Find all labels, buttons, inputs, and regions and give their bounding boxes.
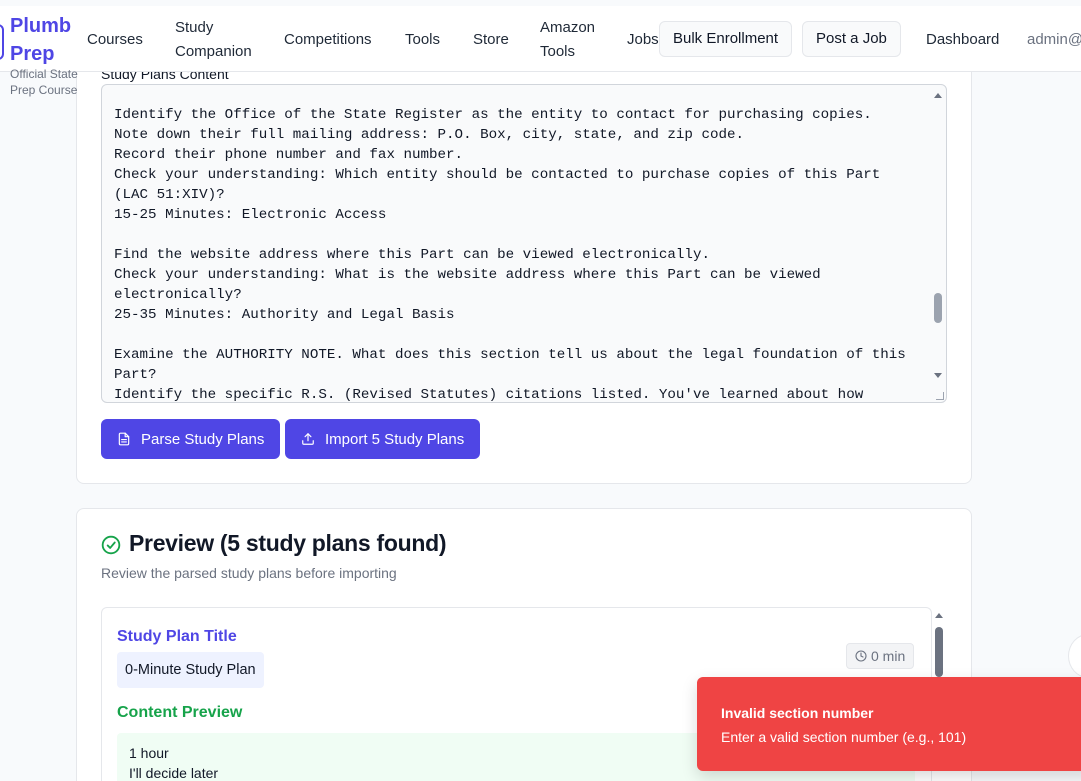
nav-courses[interactable]: Courses xyxy=(87,28,143,52)
duration-text: 0 min xyxy=(871,648,906,664)
preview-title: Preview (5 study plans found) xyxy=(129,530,447,556)
brand-line-2: Prep xyxy=(10,43,55,65)
toast-title: Invalid section number xyxy=(721,705,874,721)
post-job-button[interactable]: Post a Job xyxy=(802,21,901,57)
content-preview-label: Content Preview xyxy=(117,704,243,721)
parse-study-plans-button[interactable]: Parse Study Plans xyxy=(101,419,281,459)
textarea-scrollbar[interactable] xyxy=(930,85,946,402)
plan-title-label: Study Plan Title xyxy=(117,628,237,645)
parse-button-label: Parse Study Plans xyxy=(141,430,265,448)
nav-competitions[interactable]: Competitions xyxy=(284,28,372,52)
brand-sub-line-1: Official State xyxy=(10,67,78,81)
nav-tools[interactable]: Tools xyxy=(405,28,440,52)
top-nav: Plumb Prep Courses Study Companion Compe… xyxy=(0,6,1081,72)
clock-icon xyxy=(855,650,867,662)
bulk-enrollment-button[interactable]: Bulk Enrollment xyxy=(659,21,793,57)
brand-logo[interactable]: Plumb Prep xyxy=(10,12,90,68)
plan-title-value: 0-Minute Study Plan xyxy=(117,652,264,688)
nav-amazon-tools[interactable]: Amazon Tools xyxy=(540,16,595,64)
document-icon xyxy=(118,432,130,446)
scroll-down-icon[interactable] xyxy=(934,373,942,378)
study-plans-textarea[interactable]: 5-15 Minutes: Getting Physical Copies Id… xyxy=(101,84,947,403)
nav-dashboard[interactable]: Dashboard xyxy=(926,28,999,52)
upload-icon xyxy=(302,433,314,445)
import-button-label: Import 5 Study Plans xyxy=(325,430,465,448)
nav-store[interactable]: Store xyxy=(473,28,509,52)
brand-line-1: Plumb xyxy=(10,15,72,37)
logo-icon xyxy=(0,24,4,60)
floating-action-button[interactable] xyxy=(1068,634,1081,678)
nav-study-line-1: Study xyxy=(175,19,214,36)
scroll-up-icon[interactable] xyxy=(934,93,942,98)
textarea-content: 5-15 Minutes: Getting Physical Copies Id… xyxy=(114,107,906,403)
nav-study-companion[interactable]: Study Companion xyxy=(175,16,252,64)
check-circle-icon xyxy=(101,535,121,555)
duration-badge: 0 min xyxy=(846,643,915,669)
nav-amazon-line-2: Tools xyxy=(540,43,576,60)
toast-message: Enter a valid section number (e.g., 101) xyxy=(721,729,967,745)
preview-scroll-up-icon[interactable] xyxy=(935,613,943,618)
scroll-thumb[interactable] xyxy=(934,293,942,323)
brand-sub-line-2: Prep Course xyxy=(10,83,78,97)
nav-amazon-line-1: Amazon xyxy=(540,19,596,36)
import-study-plans-button[interactable]: Import 5 Study Plans xyxy=(285,419,481,459)
brand-subtitle: Official State Prep Course xyxy=(10,66,90,98)
preview-scroll-thumb[interactable] xyxy=(935,627,943,677)
nav-jobs[interactable]: Jobs xyxy=(627,28,659,52)
resize-grip-icon[interactable] xyxy=(936,392,944,400)
preview-subtitle: Review the parsed study plans before imp… xyxy=(101,565,397,581)
nav-study-line-2: Companion xyxy=(175,43,252,60)
user-menu[interactable]: admin@ xyxy=(1027,28,1081,52)
error-toast[interactable]: Invalid section number Enter a valid sec… xyxy=(697,677,1081,771)
